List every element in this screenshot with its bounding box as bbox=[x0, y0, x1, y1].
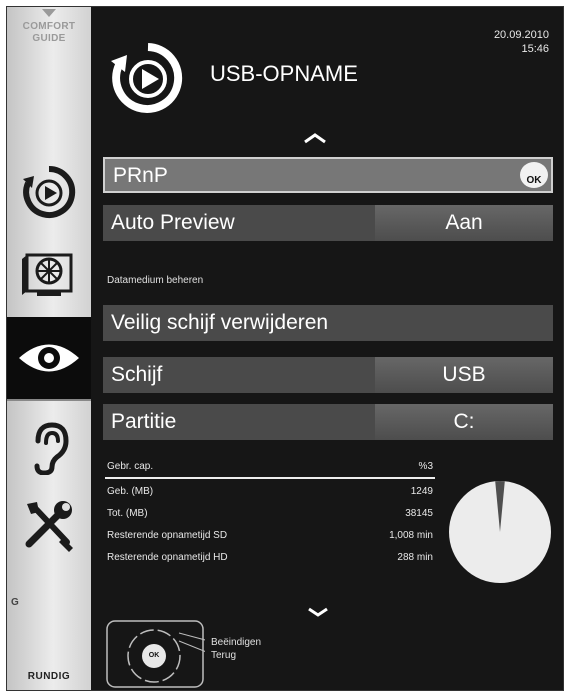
tv-menu-screen: COMFORT GUIDE G RUNDIG USB-OPNAME 20.09.… bbox=[6, 6, 564, 691]
page-title: USB-OPNAME bbox=[210, 61, 358, 86]
stat-row: Gebr. cap. %3 bbox=[105, 459, 435, 479]
stat-label: Resterende opnametijd HD bbox=[107, 552, 228, 563]
sidebar-item-source[interactable] bbox=[7, 157, 91, 227]
brand-logo: RUNDIG bbox=[27, 671, 71, 682]
section-heading: Datamedium beheren bbox=[107, 275, 204, 286]
usage-pie bbox=[449, 481, 551, 583]
sidebar-item-sound[interactable] bbox=[7, 415, 91, 479]
stat-value: 1249 bbox=[410, 486, 433, 497]
stat-label: Gebr. cap. bbox=[107, 461, 154, 472]
remote-ok-label: OK bbox=[148, 652, 160, 659]
auto-preview-label: Auto Preview bbox=[111, 211, 235, 234]
sidebar-item-settings[interactable] bbox=[7, 491, 91, 561]
menu-item-prnp[interactable]: PRnP OK bbox=[103, 157, 553, 193]
sidebar: COMFORT GUIDE G RUNDIG bbox=[7, 7, 91, 690]
exit-hint: Beëindigen bbox=[211, 637, 262, 648]
partition-value[interactable]: C: bbox=[375, 404, 553, 440]
stat-value: 1,008 min bbox=[389, 530, 433, 541]
usb-recording-icon bbox=[107, 37, 189, 124]
scroll-up-icon[interactable] bbox=[303, 131, 327, 149]
eye-icon bbox=[19, 344, 79, 372]
safe-remove-label: Veilig schijf verwijderen bbox=[111, 311, 329, 334]
disk-value[interactable]: USB bbox=[375, 357, 553, 393]
sidebar-divider bbox=[7, 399, 91, 401]
picture-settings-icon bbox=[22, 253, 73, 296]
comfort-guide[interactable]: COMFORT GUIDE bbox=[7, 7, 91, 132]
chevron-down-icon bbox=[42, 9, 56, 17]
stat-row: Resterende opnametijd HD 288 min bbox=[105, 548, 435, 570]
back-hint: Terug bbox=[211, 650, 237, 661]
date-display: 20.09.2010 bbox=[493, 29, 549, 41]
stat-label: Geb. (MB) bbox=[107, 486, 154, 497]
stat-value: 38145 bbox=[405, 508, 433, 519]
comfort-guide-line1: COMFORT bbox=[22, 21, 76, 32]
menu-item-safe-remove[interactable]: Veilig schijf verwijderen bbox=[103, 305, 553, 341]
disk-label: Schijf bbox=[111, 363, 163, 386]
stat-row: Resterende opnametijd SD 1,008 min bbox=[105, 526, 435, 548]
source-play-icon bbox=[23, 165, 76, 218]
menu-item-disk[interactable]: Schijf USB bbox=[103, 357, 553, 393]
stat-row: Geb. (MB) 1249 bbox=[105, 482, 435, 504]
comfort-guide-line2: GUIDE bbox=[32, 33, 66, 44]
storage-stats: Gebr. cap. %3 Geb. (MB) 1249 Tot. (MB) 3… bbox=[105, 459, 435, 570]
stat-label: Resterende opnametijd SD bbox=[107, 530, 228, 541]
ear-icon bbox=[34, 422, 69, 475]
menu-item-auto-preview[interactable]: Auto Preview Aan bbox=[103, 205, 553, 241]
sidebar-item-view-active[interactable] bbox=[7, 317, 91, 399]
tools-icon bbox=[25, 501, 73, 552]
partition-label: Partitie bbox=[111, 410, 177, 433]
time-display: 15:46 bbox=[521, 43, 549, 55]
remote-dpad-icon: OK bbox=[105, 619, 210, 690]
stat-value: %3 bbox=[418, 461, 433, 472]
scroll-down-icon[interactable] bbox=[307, 605, 329, 623]
sidebar-item-picture[interactable] bbox=[7, 239, 91, 309]
prnp-label: PRnP bbox=[113, 164, 168, 187]
auto-preview-value[interactable]: Aan bbox=[375, 205, 553, 241]
stat-value: 288 min bbox=[397, 552, 433, 563]
sidebar-letter: G bbox=[11, 597, 19, 608]
ok-button[interactable]: OK bbox=[520, 162, 548, 188]
stat-label: Tot. (MB) bbox=[107, 508, 148, 519]
stat-row: Tot. (MB) 38145 bbox=[105, 504, 435, 526]
menu-item-partition[interactable]: Partitie C: bbox=[103, 404, 553, 440]
